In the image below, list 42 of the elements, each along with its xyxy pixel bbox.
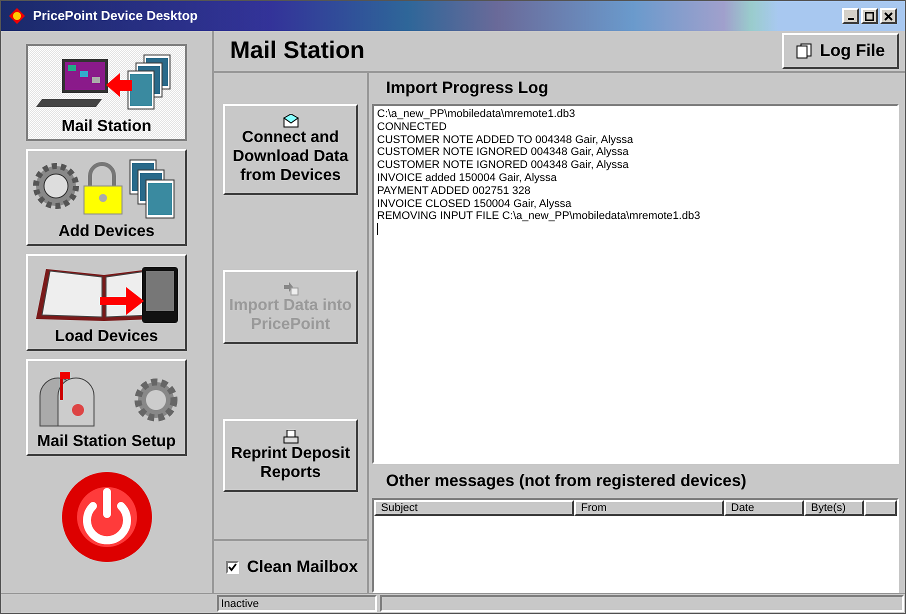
column-header-filler bbox=[864, 500, 897, 516]
column-header[interactable]: Byte(s) bbox=[804, 500, 864, 516]
log-line: PAYMENT ADDED 002751 328 bbox=[377, 184, 532, 198]
maximize-icon bbox=[865, 12, 874, 20]
envelope-icon bbox=[282, 114, 298, 128]
log-line: INVOICE CLOSED 150004 Gair, Alyssa bbox=[377, 198, 572, 210]
log-line: C:\a_new_PP\mobiledata\mremote1.db3 bbox=[377, 108, 576, 121]
log-line: REMOVING INPUT FILE C:\a_new_PP\mobiledata\mremote1.db3 bbox=[377, 210, 702, 224]
minimize-icon bbox=[848, 18, 854, 20]
window-title: PricePoint Device Desktop bbox=[33, 7, 199, 26]
log-line: CUSTOMER NOTE ADDED TO 004348 Gair, Alyssa bbox=[377, 134, 634, 146]
close-icon bbox=[884, 12, 893, 20]
close-button[interactable] bbox=[880, 8, 897, 24]
app-logo-icon bbox=[9, 8, 25, 24]
page-title: Mail Station bbox=[230, 36, 365, 66]
printer-icon bbox=[282, 430, 298, 444]
log-line: CUSTOMER NOTE IGNORED 004348 Gair, Alyssa bbox=[377, 159, 630, 172]
log-text-area[interactable] bbox=[372, 104, 899, 464]
column-header[interactable]: Date bbox=[724, 500, 804, 516]
power-button-icon[interactable] bbox=[60, 470, 154, 564]
column-header[interactable]: From bbox=[574, 500, 724, 516]
log-file-button[interactable]: Log File bbox=[782, 33, 899, 69]
clean-mailbox-checkbox[interactable] bbox=[226, 560, 239, 574]
maximize-button[interactable] bbox=[861, 8, 878, 24]
nav-button[interactable]: Load Devices bbox=[26, 254, 187, 351]
log-line: CUSTOMER NOTE IGNORED 004348 Gair, Alyssa bbox=[377, 146, 630, 160]
nav-button[interactable]: Add Devices bbox=[26, 149, 187, 246]
log-line: INVOICE added 150004 Gair, Alyssa bbox=[377, 172, 558, 185]
action-button[interactable]: Reprint Deposit Reports bbox=[223, 419, 358, 492]
action-button[interactable]: Connect and Download Data from Devices bbox=[223, 104, 358, 195]
log-line: CONNECTED bbox=[377, 120, 448, 134]
messages-table[interactable]: Subject From Date Byte(s) bbox=[372, 498, 899, 593]
nav-button[interactable]: Mail Station bbox=[26, 44, 187, 141]
clean-mailbox-label: Clean Mailbox bbox=[247, 556, 358, 578]
import-arrow-icon bbox=[282, 280, 298, 296]
minimize-button[interactable] bbox=[842, 8, 859, 24]
status-text: Inactive bbox=[217, 595, 377, 612]
messages-title: Other messages (not from registered devices) bbox=[386, 470, 746, 492]
nav-button[interactable]: Mail Station Setup bbox=[26, 359, 187, 456]
column-header[interactable]: Subject bbox=[374, 500, 574, 516]
log-title: Import Progress Log bbox=[386, 78, 548, 100]
document-icon bbox=[796, 43, 812, 59]
